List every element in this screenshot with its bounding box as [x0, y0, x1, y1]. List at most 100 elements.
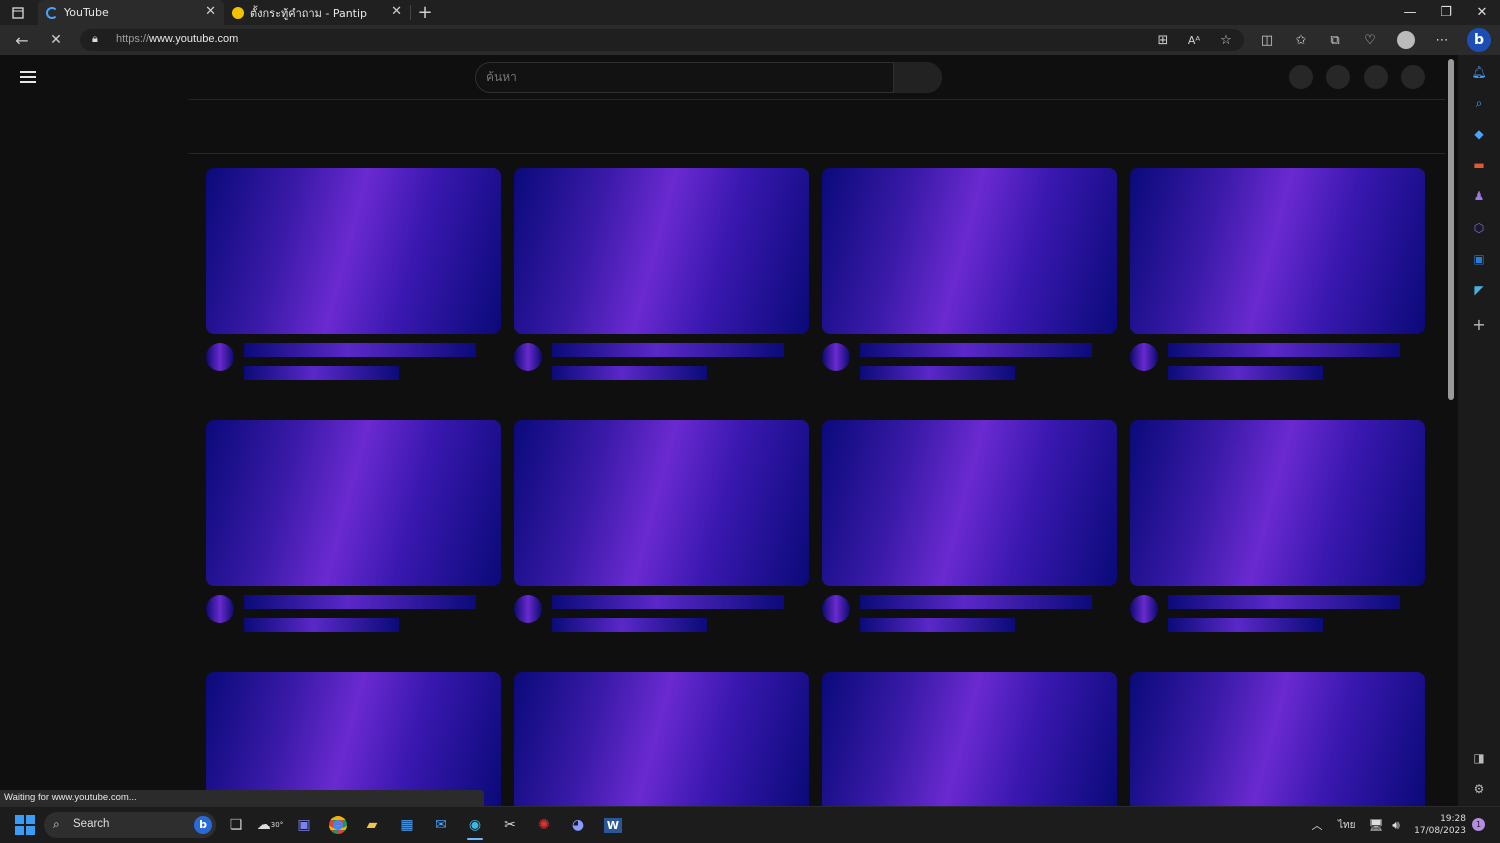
- status-bar: Waiting for www.youtube.com...: [0, 790, 484, 806]
- start-windows-icon[interactable]: [15, 815, 35, 835]
- notification-badge[interactable]: 1: [1472, 818, 1485, 831]
- meta-placeholder: [552, 618, 707, 632]
- meta-placeholder: [1168, 618, 1323, 632]
- close-tab-icon[interactable]: ✕: [391, 4, 402, 19]
- microsoft-365-icon[interactable]: ⬡: [1469, 218, 1489, 238]
- title-placeholder: [552, 595, 784, 609]
- mail-icon[interactable]: ✉: [429, 813, 453, 837]
- search-button[interactable]: [893, 62, 942, 93]
- header-placeholder-circle[interactable]: [1401, 65, 1425, 89]
- video-thumbnail[interactable]: [206, 672, 501, 806]
- video-thumbnail[interactable]: [206, 420, 501, 586]
- browser-essentials-icon[interactable]: ♡: [1358, 28, 1382, 52]
- drop-icon[interactable]: ◤: [1469, 280, 1489, 300]
- close-window-icon[interactable]: ✕: [1464, 0, 1500, 25]
- bing-icon: b: [194, 816, 212, 834]
- lock-icon[interactable]: 🔒︎: [92, 32, 98, 46]
- file-explorer-icon[interactable]: ▰: [360, 813, 384, 837]
- video-thumbnail[interactable]: [822, 420, 1117, 586]
- minimize-icon[interactable]: —: [1392, 0, 1428, 25]
- meta-placeholder: [552, 366, 707, 380]
- weather-icon[interactable]: ☁ 30°: [257, 813, 283, 837]
- video-thumbnail[interactable]: [514, 168, 809, 334]
- chevron-up-icon[interactable]: ︿: [1305, 813, 1329, 837]
- menu-icon[interactable]: [20, 71, 36, 83]
- meta-placeholder: [860, 618, 1015, 632]
- scrollbar-thumb[interactable]: [1448, 59, 1454, 400]
- bing-chat-icon[interactable]: b: [1467, 28, 1491, 52]
- title-placeholder: [244, 595, 476, 609]
- tab-youtube[interactable]: YouTube ✕: [38, 0, 224, 25]
- video-thumbnail[interactable]: [1130, 420, 1425, 586]
- video-thumbnail[interactable]: [514, 672, 809, 806]
- favorites-icon[interactable]: ✩: [1289, 28, 1313, 52]
- search-icon: ⌕: [53, 817, 60, 831]
- back-icon[interactable]: ←: [10, 28, 34, 52]
- favorite-star-icon[interactable]: ☆: [1214, 28, 1238, 52]
- channel-avatar: [1130, 595, 1158, 623]
- microsoft-store-icon[interactable]: ▦: [395, 813, 419, 837]
- close-tab-icon[interactable]: ✕: [205, 4, 216, 19]
- tab-actions-icon[interactable]: [6, 0, 30, 25]
- active-app-indicator: [467, 838, 483, 840]
- edge-icon[interactable]: ◉: [463, 813, 487, 837]
- task-view-icon[interactable]: ❏: [224, 813, 248, 837]
- pantip-favicon-icon: [232, 6, 244, 19]
- meta-placeholder: [1168, 366, 1323, 380]
- header-divider: [188, 99, 1445, 100]
- video-thumbnail[interactable]: [822, 168, 1117, 334]
- profile-avatar-icon[interactable]: [1397, 31, 1415, 49]
- video-thumbnail[interactable]: [206, 168, 501, 334]
- url-text[interactable]: https://www.youtube.com: [116, 33, 238, 45]
- split-screen-icon[interactable]: ◫: [1255, 28, 1279, 52]
- snipping-tool-icon[interactable]: ✂: [498, 813, 522, 837]
- tab-pantip[interactable]: ตั้งกระทู้คำถาม - Pantip ✕: [226, 0, 410, 25]
- games-icon[interactable]: ♟: [1469, 186, 1489, 206]
- video-thumbnail[interactable]: [822, 672, 1117, 806]
- taskbar-search-label: Search: [73, 818, 110, 830]
- hide-sidebar-icon[interactable]: ◨: [1469, 748, 1489, 768]
- meta-placeholder: [244, 618, 399, 632]
- teams-chat-icon[interactable]: ▣: [292, 813, 316, 837]
- word-icon[interactable]: W: [601, 813, 625, 837]
- channel-avatar: [514, 595, 542, 623]
- title-placeholder: [552, 343, 784, 357]
- shopping-icon[interactable]: ◆: [1469, 124, 1489, 144]
- outlook-icon[interactable]: ▣: [1469, 249, 1489, 269]
- input-language[interactable]: ไทย: [1338, 818, 1355, 833]
- discord-icon[interactable]: ◕: [566, 813, 590, 837]
- video-thumbnail[interactable]: [1130, 672, 1425, 806]
- new-tab-icon[interactable]: +: [413, 0, 437, 25]
- settings-gear-icon[interactable]: ⚙: [1469, 779, 1489, 799]
- search-box[interactable]: [475, 62, 942, 93]
- header-placeholder-circle[interactable]: [1289, 65, 1313, 89]
- title-placeholder: [244, 343, 476, 357]
- clock-date: 17/08/2023: [1414, 826, 1466, 836]
- title-placeholder: [860, 343, 1092, 357]
- stop-loading-icon[interactable]: ✕: [44, 28, 68, 52]
- video-thumbnail[interactable]: [514, 420, 809, 586]
- app-red-icon[interactable]: ✺: [532, 813, 556, 837]
- volume-icon[interactable]: 🔊︎: [1384, 813, 1408, 837]
- notifications-icon[interactable]: 🔔︎: [1469, 62, 1489, 82]
- tab-strip: [0, 0, 1500, 25]
- app-available-icon[interactable]: ⊞: [1151, 28, 1175, 52]
- header-placeholder-circle[interactable]: [1326, 65, 1350, 89]
- more-options-icon[interactable]: ⋯: [1430, 28, 1454, 52]
- search-input[interactable]: [486, 70, 886, 84]
- search-sidebar-icon[interactable]: ⌕: [1469, 93, 1489, 113]
- add-sidebar-icon[interactable]: +: [1469, 314, 1489, 334]
- tools-icon[interactable]: ▬: [1469, 155, 1489, 175]
- collections-icon[interactable]: ⧉: [1323, 28, 1347, 52]
- restore-icon[interactable]: ❐: [1428, 0, 1464, 25]
- video-thumbnail[interactable]: [1130, 168, 1425, 334]
- address-bar[interactable]: 🔒︎ https://www.youtube.com: [80, 29, 1244, 51]
- taskbar-search[interactable]: ⌕ Search b: [44, 812, 216, 838]
- chrome-icon[interactable]: [326, 813, 350, 837]
- clock[interactable]: 19:28 17/08/2023: [1410, 813, 1466, 837]
- header-placeholder-circle[interactable]: [1364, 65, 1388, 89]
- title-placeholder: [1168, 343, 1400, 357]
- loading-icon: [46, 6, 58, 19]
- read-aloud-icon[interactable]: Aᴬ: [1182, 28, 1206, 52]
- channel-avatar: [206, 595, 234, 623]
